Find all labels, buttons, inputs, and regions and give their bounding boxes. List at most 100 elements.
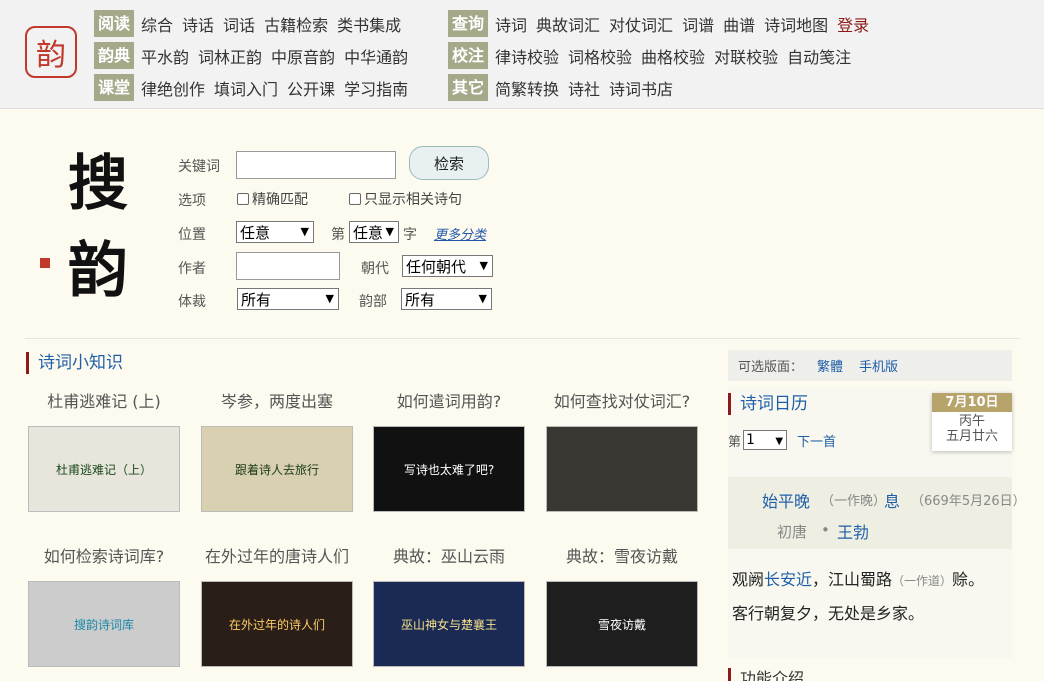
version-label: 可选版面： <box>738 360 804 375</box>
nav-link-convert[interactable]: 简繁转换 <box>495 76 559 100</box>
position-select[interactable]: 任意 ▼ <box>236 221 314 243</box>
knowledge-card-thumbnail[interactable]: 跟着诗人去旅行 <box>201 426 353 512</box>
knowledge-card-title[interactable]: 典故：巫山云雨 <box>373 543 525 567</box>
knowledge-card-thumbnail[interactable]: 巫山神女与楚襄王 <box>373 581 525 667</box>
nav-link-qupu[interactable]: 曲谱 <box>723 12 755 36</box>
genre-label: 体裁 <box>178 294 206 310</box>
checkbox-box[interactable] <box>349 193 361 205</box>
poem-title-end-link[interactable]: 息 <box>884 488 900 512</box>
keyword-input[interactable] <box>236 151 396 179</box>
traditional-version-link[interactable]: 繁體 <box>817 356 843 375</box>
knowledge-card-thumbnail[interactable]: 在外过年的诗人们 <box>201 581 353 667</box>
knowledge-card[interactable]: 如何查找对仗词汇? <box>546 388 698 512</box>
nav-link-lvshi-check[interactable]: 律诗校验 <box>495 44 559 68</box>
nav-link-ancient-books[interactable]: 古籍检索 <box>264 12 328 36</box>
nav-link-study-guide[interactable]: 学习指南 <box>344 76 408 100</box>
knowledge-card-thumbnail[interactable]: 杜甫逃难记（上） <box>28 426 180 512</box>
poem-title-link[interactable]: 始平晚 <box>762 488 810 512</box>
nav-link-leishu[interactable]: 类书集成 <box>337 12 401 36</box>
chevron-down-icon: ▼ <box>325 292 334 305</box>
knowledge-card[interactable]: 典故：巫山云雨巫山神女与楚襄王 <box>373 543 525 667</box>
brand-char-sou: 搜 <box>68 149 128 219</box>
knowledge-card-thumbnail[interactable]: 写诗也太难了吧? <box>373 426 525 512</box>
knowledge-card-title[interactable]: 在外过年的唐诗人们 <box>201 543 353 567</box>
nav-link-cige-check[interactable]: 词格校验 <box>568 44 632 68</box>
knowledge-card-title[interactable]: 如何检索诗词库? <box>28 543 180 567</box>
mobile-version-link[interactable]: 手机版 <box>859 356 898 375</box>
dynasty-select[interactable]: 任何朝代 ▼ <box>402 255 493 277</box>
nav-category-check[interactable]: 校注 <box>448 42 489 69</box>
knowledge-card[interactable]: 如何检索诗词库? 搜韵诗词库 <box>28 543 180 667</box>
chevron-down-icon: ▼ <box>479 259 488 272</box>
nth-select[interactable]: 任意 ▼ <box>349 221 399 243</box>
next-poem-link[interactable]: 下一首 <box>797 431 836 450</box>
knowledge-card[interactable]: 典故：雪夜访戴雪夜访戴 <box>546 543 698 667</box>
knowledge-card[interactable]: 杜甫逃难记 (上) 杜甫逃难记（上） <box>28 388 180 512</box>
author-input[interactable] <box>236 252 340 280</box>
nav-link-cihua[interactable]: 词话 <box>223 12 255 36</box>
nav-category-read[interactable]: 阅读 <box>94 10 135 37</box>
nav-category-rhyme-dict[interactable]: 韵典 <box>94 42 135 69</box>
knowledge-card-title[interactable]: 如何查找对仗词汇? <box>546 388 698 412</box>
thumbnail-caption: 杜甫逃难记（上） <box>55 462 152 477</box>
nav-row-class: 课堂 律绝创作 填词入门 公开课 学习指南 <box>94 74 417 101</box>
nav-row-rhyme: 韵典 平水韵 词林正韵 中原音韵 中华通韵 <box>94 42 417 69</box>
knowledge-card[interactable]: 岑参，两度出塞跟着诗人去旅行 <box>201 388 353 512</box>
brand-char-yun: 韵 <box>68 236 128 306</box>
poem-line-1-mid: ，江山蜀路 <box>812 570 893 589</box>
nth-label: 第 <box>331 227 345 243</box>
poem-author-link[interactable]: 王勃 <box>837 519 869 543</box>
nav-link-cipu[interactable]: 词谱 <box>682 12 714 36</box>
nav-link-cilin[interactable]: 词林正韵 <box>198 44 262 68</box>
nav-category-query[interactable]: 查询 <box>448 10 489 37</box>
knowledge-card-title[interactable]: 如何遣词用韵? <box>373 388 525 412</box>
nav-link-zhongyuan[interactable]: 中原音韵 <box>271 44 335 68</box>
genre-select-value: 所有 <box>241 290 272 309</box>
nav-link-antithesis[interactable]: 对仗词汇 <box>609 12 673 36</box>
page-select[interactable]: 1 ▼ <box>743 430 788 450</box>
nav-link-auto-annotate[interactable]: 自动笺注 <box>787 44 851 68</box>
nav-link-quge-check[interactable]: 曲格校验 <box>641 44 705 68</box>
login-link[interactable]: 登录 <box>837 12 869 36</box>
date-tag: 7月10日 丙午 五月廿六 <box>932 393 1012 451</box>
brand-calligraphy: 搜 韵 <box>38 130 148 306</box>
nav-link-poetry-club[interactable]: 诗社 <box>568 76 600 100</box>
nav-category-classroom[interactable]: 课堂 <box>94 74 135 101</box>
poem-date-text: （669年5月26日） <box>911 494 1026 509</box>
more-categories-link[interactable]: 更多分类 <box>434 224 486 243</box>
nav-link-poems[interactable]: 诗词 <box>495 12 527 36</box>
page-prefix: 第 <box>728 434 742 450</box>
knowledge-card-title[interactable]: 杜甫逃难记 (上) <box>28 388 180 412</box>
nav-link-couplet-check[interactable]: 对联校验 <box>714 44 778 68</box>
knowledge-card-title[interactable]: 典故：雪夜访戴 <box>546 543 698 567</box>
nav-link-allusions[interactable]: 典故词汇 <box>536 12 600 36</box>
thumbnail-caption: 巫山神女与楚襄王 <box>400 617 497 632</box>
knowledge-card-thumbnail[interactable]: 搜韵诗词库 <box>28 581 180 667</box>
genre-select[interactable]: 所有 ▼ <box>237 288 339 310</box>
place-link[interactable]: 长安近 <box>764 570 812 589</box>
chevron-down-icon: ▼ <box>300 225 309 238</box>
search-button[interactable]: 检索 <box>409 146 489 180</box>
nav-link-open-class[interactable]: 公开课 <box>287 76 335 100</box>
nav-link-general[interactable]: 综合 <box>141 12 173 36</box>
nav-link-poem-map[interactable]: 诗词地图 <box>764 12 828 36</box>
knowledge-card-title[interactable]: 岑参，两度出塞 <box>201 388 353 412</box>
nav-link-bookstore[interactable]: 诗词书店 <box>609 76 673 100</box>
knowledge-card[interactable]: 如何遣词用韵? 写诗也太难了吧? <box>373 388 525 512</box>
only-related-checkbox[interactable]: 只显示相关诗句 <box>349 189 462 209</box>
date-main: 7月10日 <box>932 393 1012 412</box>
rhyme-select[interactable]: 所有 ▼ <box>401 288 492 310</box>
exact-match-checkbox[interactable]: 精确匹配 <box>237 189 308 209</box>
nav-link-shihua[interactable]: 诗话 <box>182 12 214 36</box>
knowledge-card-thumbnail[interactable] <box>546 426 698 512</box>
nav-link-pingshui[interactable]: 平水韵 <box>141 44 189 68</box>
checkbox-box[interactable] <box>237 193 249 205</box>
nav-link-lvjue[interactable]: 律绝创作 <box>141 76 205 100</box>
date-lunar: 五月廿六 <box>945 429 998 444</box>
nav-link-zhonghua[interactable]: 中华通韵 <box>344 44 408 68</box>
knowledge-card[interactable]: 在外过年的唐诗人们在外过年的诗人们 <box>201 543 353 667</box>
site-logo[interactable]: 韵 <box>25 26 77 78</box>
nav-category-other[interactable]: 其它 <box>448 74 489 101</box>
knowledge-card-thumbnail[interactable]: 雪夜访戴 <box>546 581 698 667</box>
nav-link-ci-intro[interactable]: 填词入门 <box>214 76 278 100</box>
